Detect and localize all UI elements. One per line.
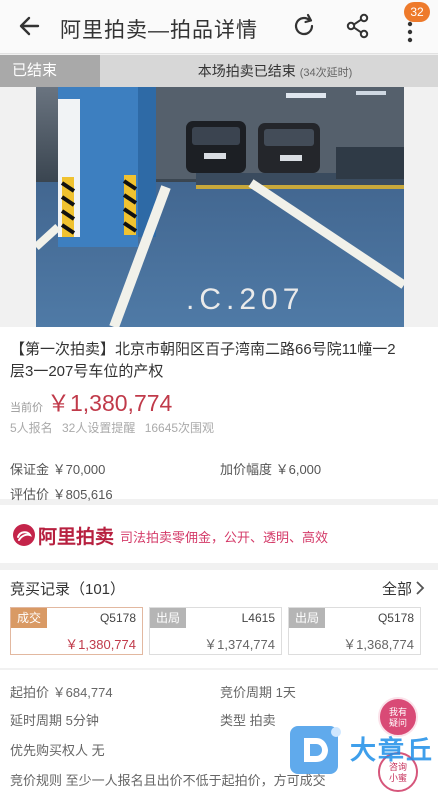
bid-status-tag: 出局 — [150, 608, 187, 628]
refresh-icon[interactable] — [290, 12, 318, 40]
bid-amount: ￥1,368,774 — [343, 637, 414, 652]
bid-cycle-field: 竞价周期 1天 — [220, 685, 296, 700]
item-stats: 5人报名 32人设置提醒 16645次围观 — [10, 421, 215, 435]
watermark-text: 大章丘 — [350, 735, 435, 765]
bidder-id: Q5178 — [99, 611, 136, 625]
auction-status-bar: 已结束 本场拍卖已结束 (34次延时) — [0, 55, 438, 87]
status-message: 本场拍卖已结束 (34次延时) — [130, 55, 420, 87]
status-tag: 已结束 — [0, 55, 100, 87]
priority-buyer-field: 优先购买权人 无 — [10, 743, 105, 758]
price-label: 当前价 — [10, 402, 43, 414]
bid-status-tag: 成交 — [11, 608, 48, 628]
bid-status-tag: 出局 — [289, 608, 326, 628]
bidder-id: Q5178 — [377, 611, 414, 625]
view-all-link[interactable]: 全部 — [382, 578, 412, 599]
bid-rule-field: 竞价规则 至少一人报名且出价不低于起拍价，方可成交 — [10, 773, 326, 788]
increment-field: 加价幅度 ￥6,000 — [220, 462, 322, 477]
auction-type-field: 类型 拍卖 — [220, 713, 276, 728]
item-detail-card: 【第一次拍卖】北京市朝阳区百子湾南二路66号院11幢一2层3一207号车位的产权… — [0, 327, 438, 502]
watermark-logo-icon — [290, 726, 341, 774]
current-price: ￥1,380,774 — [47, 390, 173, 416]
share-icon[interactable] — [344, 12, 372, 40]
bid-amount: ￥1,380,774 — [65, 637, 136, 652]
status-main: 本场拍卖已结束 — [197, 63, 296, 79]
delay-cycle-field: 延时周期 5分钟 — [10, 713, 99, 728]
bid-card: 成交 Q5178 ￥1,380,774 — [10, 607, 143, 655]
appraisal-field: 评估价 ￥805,616 — [10, 487, 113, 502]
brand-name: 阿里拍卖 — [38, 527, 115, 548]
notification-badge: 32 — [404, 2, 430, 22]
current-price-row: 当前价 ￥1,380,774 — [10, 384, 172, 418]
bid-card: 出局 L4615 ￥1,374,774 — [149, 607, 282, 655]
ali-auction-logo-icon — [13, 524, 35, 546]
bid-records-section: 竞买记录（101） 全部 成交 Q5178 ￥1,380,774 出局 L461… — [0, 570, 438, 668]
bidder-id: L4615 — [241, 611, 275, 625]
parking-space-image: .C.207 — [36, 87, 404, 327]
bid-card: 出局 Q5178 ￥1,368,774 — [288, 607, 421, 655]
brand-strip: 阿里拍卖 司法拍卖零佣金，公开、透明、高效 — [0, 505, 438, 563]
status-sub: (34次延时) — [299, 67, 353, 79]
item-title: 【第一次拍卖】北京市朝阳区百子湾南二路66号院11幢一2层3一207号车位的产权 — [10, 341, 396, 380]
deposit-field: 保证金 ￥70,000 — [10, 462, 106, 477]
bid-records-title: 竞买记录（101） — [10, 581, 126, 598]
parking-number-label: .C.207 — [186, 283, 304, 316]
top-nav-bar: 阿里拍卖—拍品详情 32 — [0, 0, 438, 54]
chevron-right-icon[interactable] — [414, 581, 426, 595]
brand-slogan: 司法拍卖零佣金，公开、透明、高效 — [120, 530, 329, 545]
back-arrow-icon[interactable] — [14, 10, 46, 42]
start-price-field: 起拍价 ￥684,774 — [10, 685, 113, 700]
page-title: 阿里拍卖—拍品详情 — [60, 19, 258, 42]
item-photo[interactable]: .C.207 — [36, 87, 404, 327]
bid-amount: ￥1,374,774 — [204, 637, 275, 652]
